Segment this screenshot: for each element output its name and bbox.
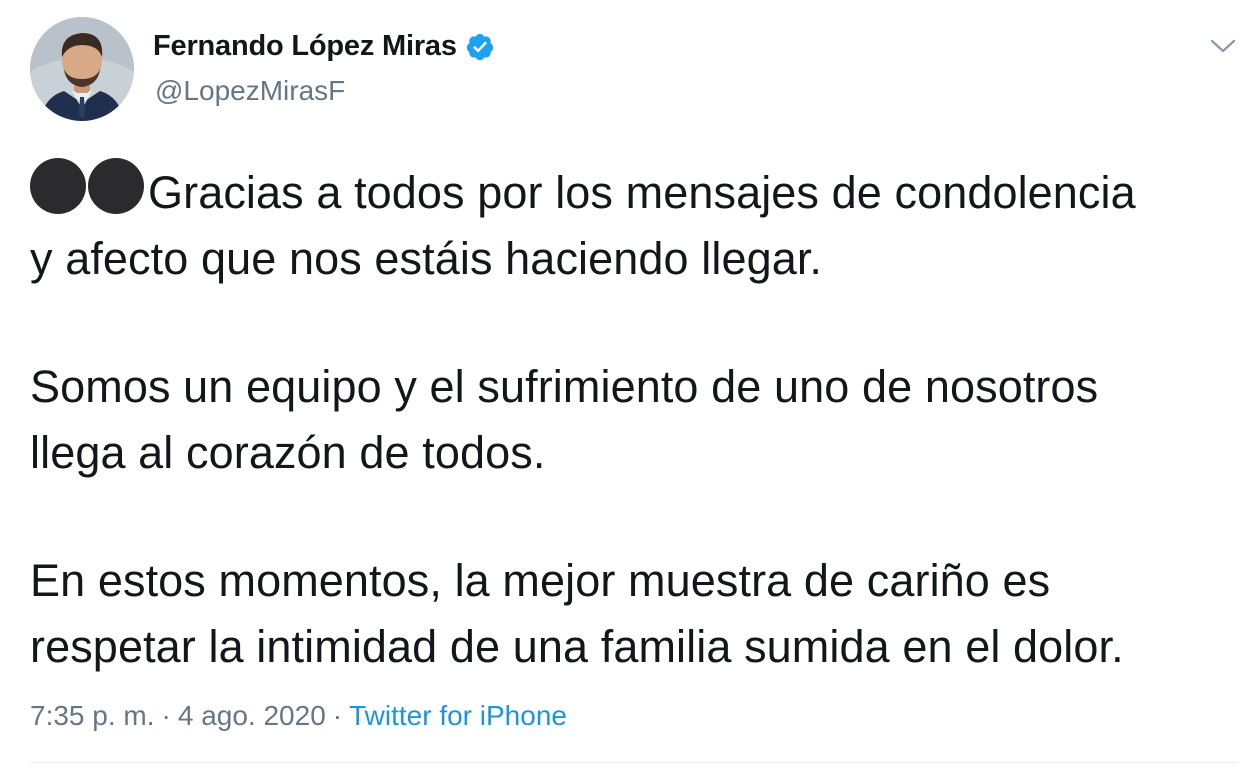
black-circle-icon [30,158,86,214]
meta-separator: · [161,700,171,731]
tweet-paragraph: Gracias a todos por los mensajes de cond… [30,158,1235,292]
tweet-card: Fernando López Miras @LopezMirasF Gracia… [0,0,1248,770]
black-circle-icon [88,158,144,214]
meta-separator: · [332,700,343,731]
tweet-line: En estos momentos, la mejor muestra de c… [30,555,1051,606]
user-handle[interactable]: @LopezMirasF [155,75,345,107]
display-name[interactable]: Fernando López Miras [153,30,457,63]
tweet-line: y afecto que nos estáis haciendo llegar. [30,233,823,284]
chevron-down-icon[interactable] [1207,34,1239,58]
tweet-paragraph: En estos momentos, la mejor muestra de c… [30,548,1235,680]
tweet-date[interactable]: 4 ago. 2020 [178,700,326,732]
user-name-row[interactable]: Fernando López Miras [153,30,495,63]
tweet-line: Somos un equipo y el sufrimiento de uno … [30,361,1099,412]
tweet-paragraph: Somos un equipo y el sufrimiento de uno … [30,354,1235,486]
tweet-metadata: 7:35 p. m. · 4 ago. 2020 · Twitter for i… [30,700,567,732]
tweet-line: respetar la intimidad de una familia sum… [30,621,1124,672]
tweet-line-text: Gracias a todos por los mensajes de cond… [148,167,1136,218]
tweet-text: Gracias a todos por los mensajes de cond… [30,158,1235,680]
tweet-time[interactable]: 7:35 p. m. [30,700,155,732]
tweet-source-link[interactable]: Twitter for iPhone [349,700,567,732]
avatar[interactable] [30,17,134,121]
divider [30,762,1238,763]
black-circle-emoji-pair [30,158,144,214]
verified-badge-icon [465,32,495,62]
tweet-line: Gracias a todos por los mensajes de cond… [30,158,1235,226]
tweet-line: llega al corazón de todos. [30,427,546,478]
